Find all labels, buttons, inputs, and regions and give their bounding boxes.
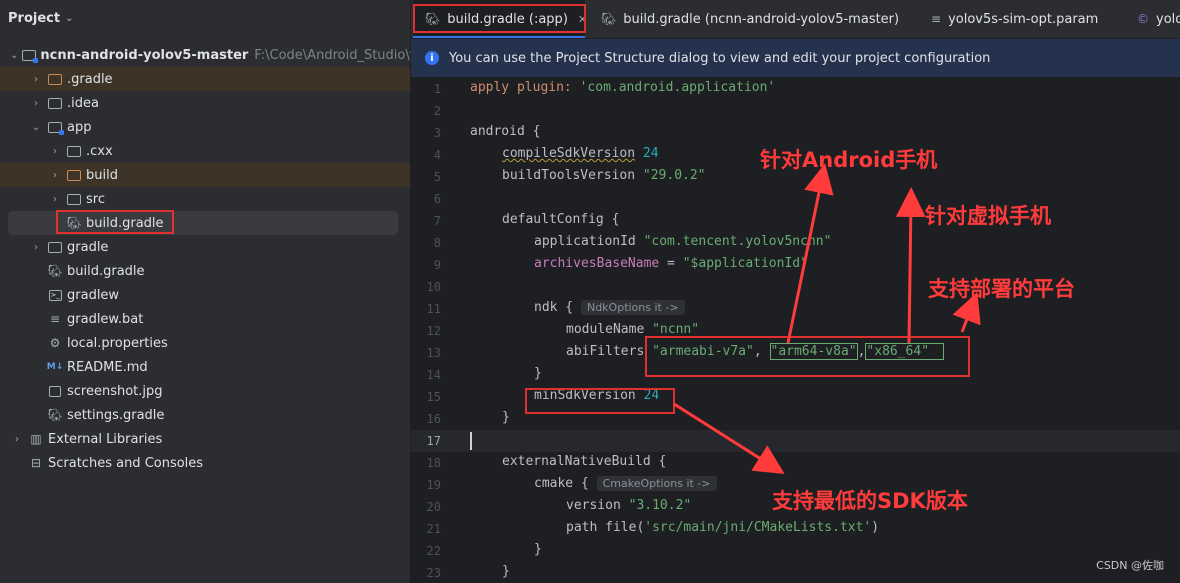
annotation-virtual-phone: 针对虚拟手机: [925, 204, 1051, 228]
annotation-platforms: 支持部署的平台: [928, 277, 1075, 301]
watermark: CSDN @佐咖: [1096, 559, 1164, 572]
annotation-android-phone: 针对Android手机: [760, 148, 938, 172]
arrow-min-sdk: [673, 402, 785, 475]
annotation-min-sdk: 支持最低的SDK版本: [772, 489, 968, 513]
arrow-android-phone: [786, 163, 834, 344]
arrow-virtual-phone: [895, 187, 926, 344]
arrow-platforms: [952, 291, 981, 333]
